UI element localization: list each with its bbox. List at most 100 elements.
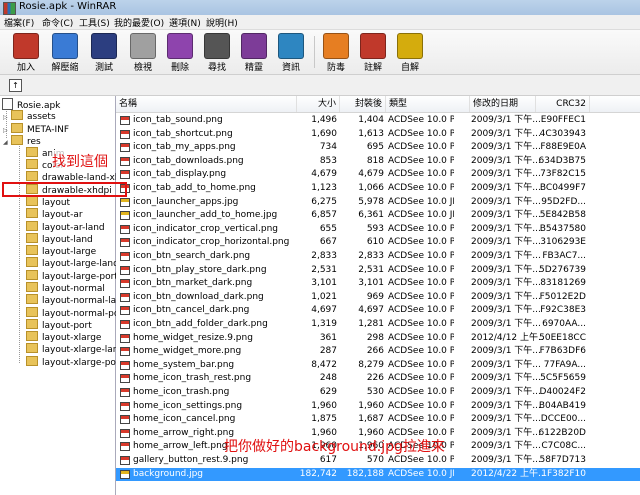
table-row[interactable]: icon_btn_search_dark.png 2,833 2,833 ACDSee…: [116, 250, 640, 263]
column-header-packed[interactable]: 封裝後: [340, 96, 386, 112]
menu-tools[interactable]: 工具(S): [79, 16, 110, 29]
folder-icon: [26, 343, 38, 353]
folder-icon: [26, 221, 38, 231]
table-row[interactable]: icon_tab_display.png 4,679 4,679 ACDSee 10.…: [116, 168, 640, 181]
menu-file[interactable]: 檔案(F): [4, 16, 34, 29]
column-header-modified[interactable]: 修改的日期: [470, 96, 536, 112]
file-packed: 593: [366, 223, 384, 234]
table-row[interactable]: icon_tab_add_to_home.png 1,123 1,066 ACDSee…: [116, 182, 640, 195]
folder-icon: [26, 233, 38, 243]
file-name: icon_tab_downloads.png: [133, 155, 244, 166]
table-row[interactable]: icon_indicator_crop_horizontal.png 667 610…: [116, 236, 640, 249]
table-row[interactable]: home_icon_trash.png 629 530 ACDSee 10.0 PN.…: [116, 386, 640, 399]
table-row[interactable]: icon_btn_add_folder_dark.png 1,319 1,281 AC…: [116, 318, 640, 331]
table-row[interactable]: background.jpg 182,742 182,188 ACDSee 10.0 …: [116, 467, 640, 481]
toolbar: 加入 解壓縮到 測試 檢視 刪除 尋找 精靈 資訊 防毒 註解 自解: [0, 30, 640, 86]
table-row[interactable]: icon_btn_market_dark.png 3,101 3,101 ACDSee…: [116, 277, 640, 290]
png-file-icon: [120, 306, 130, 316]
find-button[interactable]: 尋找: [200, 32, 234, 73]
column-header-name[interactable]: 名稱: [116, 96, 297, 112]
table-row[interactable]: icon_btn_download_dark.png 1,021 969 ACDSee…: [116, 291, 640, 304]
table-row[interactable]: home_widget_more.png 287 266 ACDSee 10.0 PN…: [116, 345, 640, 358]
file-name: home_icon_cancel.png: [133, 414, 236, 425]
extract-to-button[interactable]: 解壓縮到: [48, 32, 82, 86]
file-name: icon_tab_my_apps.png: [133, 142, 236, 153]
file-packed: 182,188: [346, 468, 384, 479]
png-file-icon: [120, 347, 130, 357]
table-row[interactable]: icon_btn_play_store_dark.png 2,531 2,531 AC…: [116, 264, 640, 277]
table-row[interactable]: home_icon_cancel.png 1,875 1,687 ACDSee 10.…: [116, 413, 640, 426]
menu-options[interactable]: 選項(N): [169, 16, 201, 29]
table-row[interactable]: icon_tab_sound.png 1,496 1,404 ACDSee 10.0 …: [116, 114, 640, 127]
table-row[interactable]: icon_btn_cancel_dark.png 4,697 4,697 ACDSee…: [116, 304, 640, 317]
table-row[interactable]: home_icon_trash_rest.png 248 226 ACDSee 10.…: [116, 372, 640, 385]
tree-item-layout[interactable]: layout: [26, 196, 70, 208]
tree-item-layout-normal-port[interactable]: layout-normal-port: [26, 307, 127, 319]
sfx-button[interactable]: 自解: [393, 32, 427, 73]
menu-bar: 檔案(F) 命令(C) 工具(S) 我的最愛(O) 選項(N) 說明(H): [0, 15, 640, 30]
tree-item-layout-normal[interactable]: layout-normal: [26, 282, 105, 294]
file-modified: 2009/3/1 下午...: [471, 387, 541, 397]
add-button[interactable]: 加入: [9, 32, 43, 73]
glasses-view-icon: [130, 33, 156, 59]
info-button[interactable]: 資訊: [274, 32, 308, 73]
tree-line: [19, 143, 20, 363]
folder-icon: [26, 331, 38, 341]
file-name: icon_btn_play_store_dark.png: [133, 264, 267, 275]
tree-item-layout-xlarge-land[interactable]: layout-xlarge-land: [26, 343, 124, 355]
highlight-box: [2, 182, 127, 197]
file-size: 1,875: [311, 414, 337, 425]
file-crc: 83181269: [540, 278, 586, 289]
png-file-icon: [120, 252, 130, 261]
file-crc: DCCE00...: [540, 414, 586, 425]
table-row[interactable]: home_icon_settings.png 1,960 1,960 ACDSee 1…: [116, 400, 640, 413]
tree-item-assets[interactable]: ▷ assets: [3, 110, 56, 122]
virus-scan-button[interactable]: 防毒: [319, 32, 353, 73]
file-size: 734: [319, 142, 337, 153]
png-file-icon: [120, 388, 130, 397]
file-packed: 226: [366, 373, 384, 384]
tree-item-layout-large[interactable]: layout-large: [26, 245, 96, 257]
file-packed: 5,978: [358, 196, 384, 207]
file-crc: 6970AA...: [542, 319, 586, 329]
tree-item-res[interactable]: ◢ res: [3, 135, 41, 147]
file-modified: 2009/3/1 下午...: [471, 210, 541, 221]
column-header-type[interactable]: 類型: [386, 96, 470, 112]
tree-item-layout-large-port[interactable]: layout-large-port: [26, 270, 118, 282]
table-row[interactable]: home_widget_resize.9.png 361 298 ACDSee 10.…: [116, 332, 640, 345]
file-type: ACDSee 10.0 PN...: [388, 237, 454, 248]
tree-item-layout-xlarge[interactable]: layout-xlarge: [26, 331, 101, 343]
menu-favorites[interactable]: 我的最愛(O): [114, 16, 164, 29]
tree-item-layout-ar-land[interactable]: layout-ar-land: [26, 221, 105, 233]
tree-item-layout-port[interactable]: layout-port: [26, 319, 92, 331]
table-row[interactable]: home_system_bar.png 8,472 8,279 ACDSee 10.0…: [116, 359, 640, 372]
view-button[interactable]: 檢視: [126, 32, 160, 73]
tree-item-meta-inf[interactable]: ▷ META-INF: [3, 123, 69, 135]
table-row[interactable]: icon_launcher_apps.jpg 6,275 5,978 ACDSee 1…: [116, 196, 640, 209]
menu-help[interactable]: 說明(H): [206, 16, 238, 29]
table-row[interactable]: icon_indicator_crop_vertical.png 655 593 AC…: [116, 223, 640, 236]
comment-button[interactable]: 註解: [356, 32, 390, 73]
tree-item-layout-land[interactable]: layout-land: [26, 233, 93, 245]
file-packed: 4,679: [358, 169, 384, 180]
wizard-button[interactable]: 精靈: [237, 32, 271, 73]
tree-item-layout-xlarge-port[interactable]: layout-xlarge-port: [26, 356, 123, 368]
file-modified: 2009/3/1 下午...: [471, 128, 541, 139]
up-folder-icon[interactable]: ↑: [9, 79, 22, 92]
table-row[interactable]: icon_tab_downloads.png 853 818 ACDSee 10.0 …: [116, 155, 640, 168]
menu-commands[interactable]: 命令(C): [42, 16, 73, 29]
column-header-size[interactable]: 大小: [297, 96, 340, 112]
table-row[interactable]: icon_tab_shortcut.png 1,690 1,613 ACDSee 10…: [116, 128, 640, 141]
column-header-crc[interactable]: CRC32: [536, 96, 590, 112]
collapse-icon[interactable]: ◢: [3, 137, 10, 149]
tree-root[interactable]: Rosie.apk: [2, 98, 60, 111]
test-button[interactable]: 測試: [87, 32, 121, 73]
delete-button[interactable]: 刪除: [163, 32, 197, 73]
table-row[interactable]: icon_launcher_add_to_home.jpg 6,857 6,361 A…: [116, 209, 640, 222]
tree-item-layout-large-land[interactable]: layout-large-land: [26, 257, 119, 269]
tree-item-layout-ar[interactable]: layout-ar: [26, 208, 83, 220]
folder-icon: [26, 147, 38, 157]
file-type: ACDSee 10.0 PN...: [388, 251, 454, 261]
table-row[interactable]: icon_tab_my_apps.png 734 695 ACDSee 10.0 PN…: [116, 141, 640, 154]
tree-item-layout-normal-land[interactable]: layout-normal-land: [26, 294, 128, 306]
